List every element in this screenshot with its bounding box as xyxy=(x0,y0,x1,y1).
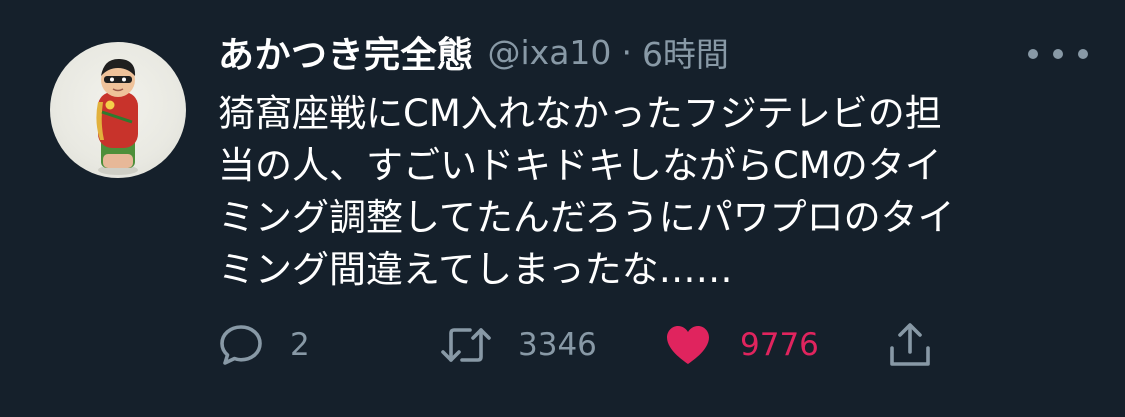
tweet-text-line: ミング間違えてしまったな…… xyxy=(218,248,733,291)
speech-bubble-icon xyxy=(220,325,262,365)
more-horizontal-icon[interactable] xyxy=(1028,34,1088,74)
reply-button[interactable]: 2 xyxy=(218,318,310,372)
tweet-text: 猗窩座戦にCM入れなかったフジテレビの担 当の人、すごいドキドキしながらCMのタ… xyxy=(218,88,1078,296)
separator-dot: · xyxy=(621,32,632,72)
retweet-button[interactable]: 3346 xyxy=(440,318,597,372)
timestamp[interactable]: 6時間 xyxy=(642,28,729,76)
tweet-text-line: ミング調整してたんだろうにパワプロのタイ xyxy=(218,196,955,239)
avatar-figure-image xyxy=(96,58,138,175)
user-handle[interactable]: @ixa10 xyxy=(488,33,612,72)
reply-count: 2 xyxy=(290,327,310,363)
display-name[interactable]: あかつき完全態 xyxy=(218,26,474,78)
heart-filled-icon xyxy=(667,326,709,364)
tweet-text-line: 当の人、すごいドキドキしながらCMのタイ xyxy=(218,144,942,187)
retweet-arrows-icon xyxy=(441,328,491,362)
avatar[interactable] xyxy=(50,42,186,178)
retweet-count: 3346 xyxy=(518,327,597,363)
share-button[interactable] xyxy=(886,318,934,372)
tweet-card[interactable]: あかつき完全態 @ixa10 · 6時間 猗窩座戦にCM入れなかったフジテレビの… xyxy=(0,0,1125,417)
share-upload-icon xyxy=(890,323,930,366)
like-count: 9776 xyxy=(740,327,819,363)
tweet-text-line: 猗窩座戦にCM入れなかったフジテレビの担 xyxy=(218,92,942,135)
action-bar: 2 3346 9776 xyxy=(0,318,1125,372)
tweet-header: あかつき完全態 @ixa10 · 6時間 xyxy=(218,26,729,78)
like-button[interactable]: 9776 xyxy=(664,318,819,372)
